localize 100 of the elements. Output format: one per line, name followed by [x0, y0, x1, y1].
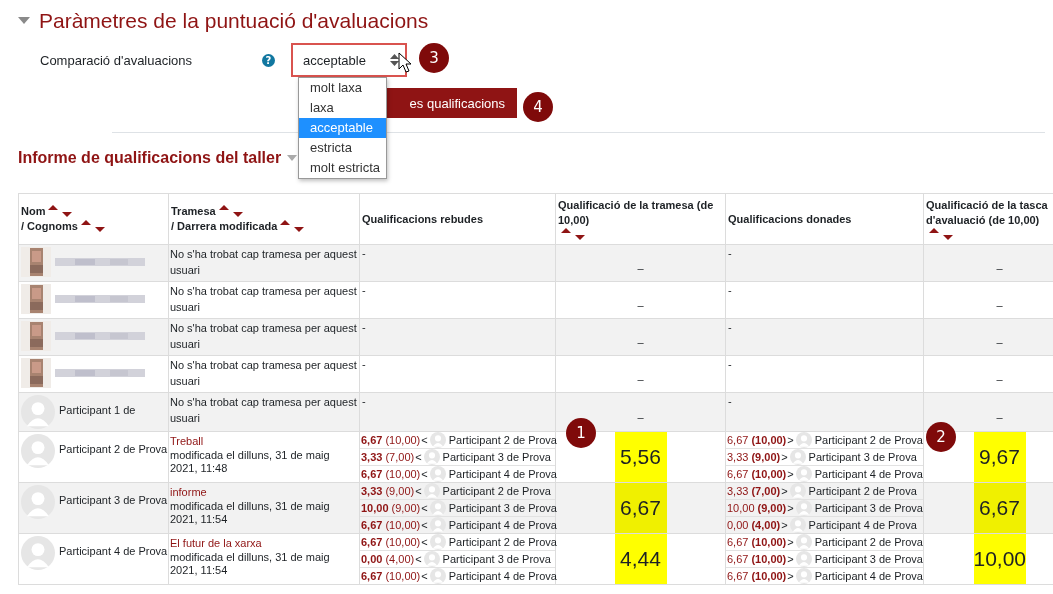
table-cell-text: -	[727, 320, 733, 335]
table-cell-text: –	[637, 298, 644, 311]
collapse-caret-icon[interactable]	[18, 17, 30, 25]
participant-name[interactable]: Participant 2 de Prova	[808, 485, 917, 497]
grade-value: 0,00	[727, 519, 749, 531]
column-header[interactable]: Nom	[21, 204, 46, 219]
submission-link[interactable]: informe	[170, 484, 358, 500]
table-cell-text: -	[361, 394, 367, 409]
reference-grade: (10,00)	[751, 434, 787, 446]
reference-grade: (9,00)	[391, 502, 421, 514]
step-badge: 1	[566, 418, 596, 448]
reference-grade: (10,00)	[751, 468, 787, 480]
direction-mark: >	[787, 553, 794, 565]
reference-grade: (10,00)	[751, 553, 787, 565]
participant-name[interactable]: Participant 2 de Prova	[814, 536, 923, 548]
column-header[interactable]: Tramesa	[171, 204, 216, 219]
participant-name[interactable]: Participant 4 de Prova	[448, 519, 557, 531]
direction-mark: >	[787, 434, 794, 446]
participant-name[interactable]: Participant 4 de Prova	[448, 570, 557, 582]
participant-name[interactable]: Participant 2 de Prova	[814, 434, 923, 446]
reference-grade: (4,00)	[385, 553, 415, 565]
reference-grade: (10,00)	[385, 570, 421, 582]
submission-link[interactable]: El futur de la xarxa	[170, 535, 358, 551]
sort-arrows-icon[interactable]	[280, 220, 305, 232]
participant-name[interactable]: Participant 3 de Prova	[442, 553, 551, 565]
participant-name[interactable]: Participant 3 de Prova	[442, 451, 551, 463]
table-cell-text: –	[637, 410, 644, 423]
grade-value: 6,67	[361, 570, 383, 582]
submission-link[interactable]: Treball	[170, 433, 358, 449]
direction-mark: <	[415, 553, 422, 565]
grade-value: 6,67	[361, 468, 383, 480]
direction-mark: <	[421, 536, 428, 548]
participant-name[interactable]: Participant 2 de Prova	[442, 485, 551, 497]
direction-mark: <	[421, 519, 428, 531]
reference-grade: (7,00)	[385, 451, 415, 463]
comparison-select[interactable]: acceptable	[291, 43, 407, 77]
grade-value: 6,67	[727, 434, 749, 446]
grade-value: 10,00	[361, 502, 389, 514]
participant-name[interactable]: Participant 3 de Prova	[814, 553, 923, 565]
avatar-icon	[21, 434, 55, 468]
table-cell: No s'ha trobat cap tramesa per aquest usuari	[170, 322, 357, 350]
reference-grade: (9,00)	[757, 502, 787, 514]
participant-name[interactable]: Participant 3 de Prova	[448, 502, 557, 514]
modified-date: modificada el dilluns, 31 de maig 2021, 11:54	[170, 551, 331, 577]
table-cell-text: –	[996, 261, 1003, 274]
dropdown-option[interactable]: molt estricta	[299, 158, 387, 178]
participant-name[interactable]: Participant 2 de Prova	[59, 443, 168, 455]
table-cell-text: –	[996, 298, 1003, 311]
direction-mark: <	[415, 485, 422, 497]
dropdown-option[interactable]: estricta	[299, 138, 387, 158]
column-header[interactable]: Qualificacions rebudes	[362, 211, 484, 227]
table-cell-text: -	[361, 246, 367, 261]
table-cell-text: –	[996, 410, 1003, 423]
reference-grade: (10,00)	[751, 570, 787, 582]
sort-arrows-icon[interactable]	[48, 205, 73, 217]
table-cell: No s'ha trobat cap tramesa per aquest usuari	[170, 359, 357, 387]
participant-name[interactable]: Participant 4 de Prova	[59, 545, 168, 557]
dropdown-option[interactable]: laxa	[299, 98, 387, 118]
direction-mark: >	[787, 502, 794, 514]
highlighted-grade: 6,67	[614, 483, 667, 533]
grade-value: 10,00	[727, 502, 755, 514]
participant-name[interactable]: Participant 4 de Prova	[814, 468, 923, 480]
column-header[interactable]: / Cognoms	[21, 219, 78, 234]
participant-name[interactable]: Participant 1 de	[59, 404, 136, 416]
column-header[interactable]: Qualificacions donades	[728, 211, 852, 227]
table-cell-text: -	[361, 283, 367, 298]
report-title: Informe de qualificacions del taller	[18, 149, 282, 167]
select-arrows-icon	[390, 54, 399, 66]
sort-arrows-icon[interactable]	[218, 205, 243, 217]
grade-value: 3,33	[727, 485, 749, 497]
table-cell-text: –	[637, 372, 644, 385]
grade-value: 3,33	[727, 451, 749, 463]
direction-mark: >	[781, 451, 788, 463]
sort-arrows-icon[interactable]	[561, 228, 585, 240]
reference-grade: (7,00)	[751, 485, 781, 497]
participant-name[interactable]: Participant 2 de Prova	[448, 536, 557, 548]
step-badge: 2	[926, 422, 956, 452]
participant-name[interactable]: Participant 3 de Prova	[59, 494, 168, 506]
participant-name[interactable]: Participant 4 de Prova	[808, 519, 917, 531]
direction-mark: >	[787, 536, 794, 548]
help-icon[interactable]: ?	[262, 53, 275, 67]
participant-name[interactable]: Participant 4 de Prova	[448, 468, 557, 480]
sort-arrows-icon[interactable]	[80, 220, 105, 232]
reference-grade: (10,00)	[751, 536, 787, 548]
column-header[interactable]: / Darrera modificada	[171, 219, 278, 234]
direction-mark: >	[787, 570, 794, 582]
participant-name[interactable]: Participant 3 de Prova	[814, 502, 923, 514]
grade-value: 6,67	[727, 468, 749, 480]
table-cell-text: -	[727, 394, 733, 409]
highlighted-grade: 6,67	[973, 483, 1026, 533]
sort-arrows-icon[interactable]	[929, 228, 953, 240]
avatar-icon	[21, 536, 55, 570]
field-label: Comparació d'avaluacions	[40, 52, 194, 68]
table-cell: No s'ha trobat cap tramesa per aquest usuari	[170, 396, 357, 424]
table-cell-text: -	[727, 357, 733, 372]
avatar-icon	[21, 485, 55, 519]
table-cell-text: –	[637, 335, 644, 348]
participant-name[interactable]: Participant 4 de Prova	[814, 570, 923, 582]
participant-name[interactable]: Participant 2 de Prova	[448, 434, 557, 446]
participant-name[interactable]: Participant 3 de Prova	[808, 451, 917, 463]
